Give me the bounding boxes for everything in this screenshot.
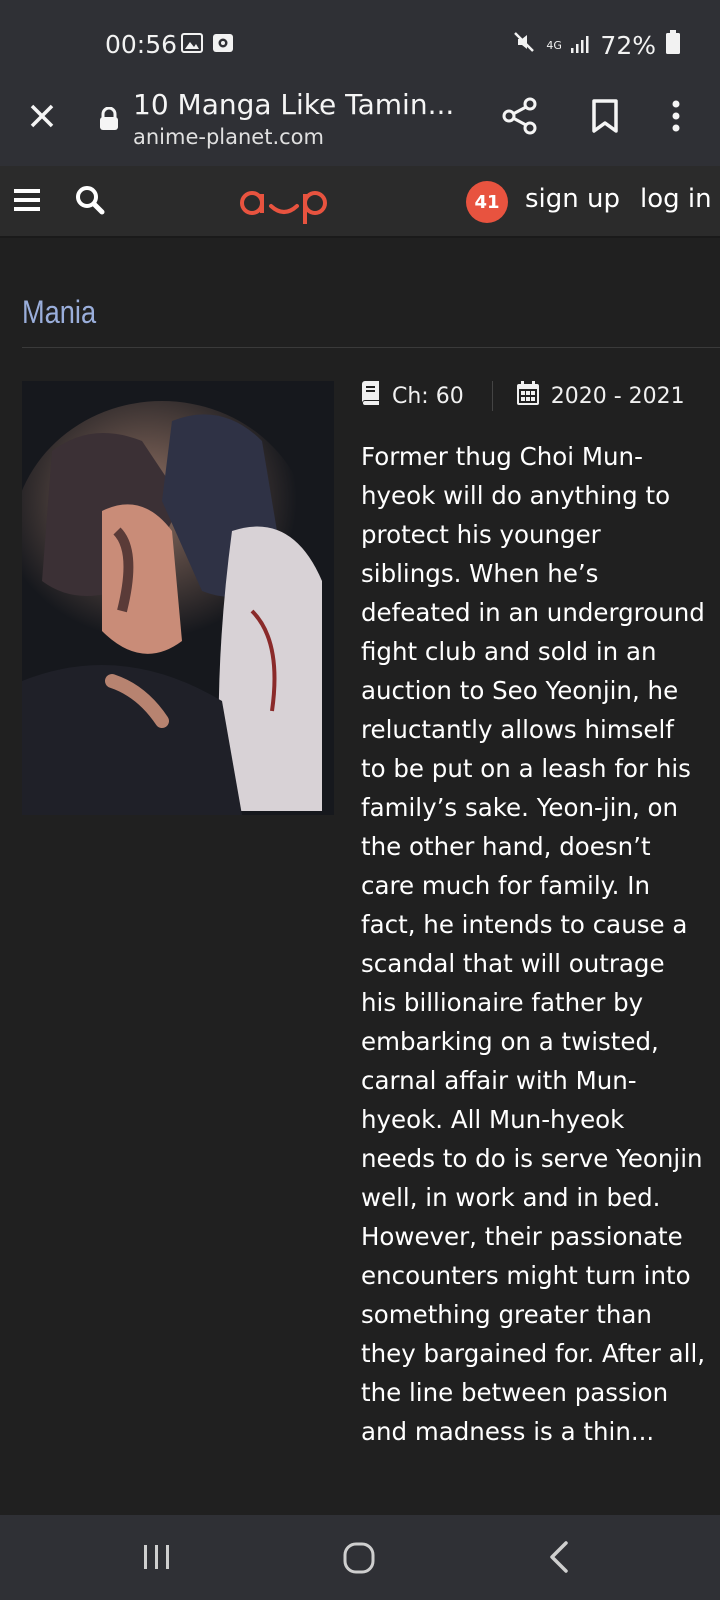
hamburger-menu-icon[interactable] (14, 187, 42, 217)
divider (22, 347, 720, 348)
synopsis-text: Former thug Choi Mun-hyeok will do anyth… (361, 442, 706, 1446)
search-icon[interactable] (74, 184, 106, 220)
record-icon (212, 33, 234, 57)
status-bar: 00:56 4G 72% (0, 0, 720, 84)
manga-title[interactable]: Mania (22, 294, 96, 331)
calendar-icon (516, 381, 539, 411)
close-tab-button[interactable] (26, 100, 58, 132)
meta-separator (491, 381, 493, 411)
status-time: 00:56 (105, 30, 178, 59)
sign-up-link[interactable]: sign up (525, 184, 620, 214)
publication-years: 2020 - 2021 (550, 383, 685, 409)
home-icon[interactable] (342, 1541, 376, 1579)
signal-icon (570, 31, 590, 60)
lock-icon[interactable] (98, 106, 120, 135)
battery-icon (666, 30, 680, 60)
chapters-info: Ch: 60 (360, 381, 464, 411)
log-in-link[interactable]: log in (640, 184, 712, 214)
book-icon (360, 381, 380, 411)
manga-cover-image[interactable] (22, 381, 334, 815)
bookmark-icon[interactable] (590, 98, 620, 138)
status-right: 4G 72% (512, 30, 680, 60)
browser-toolbar: 10 Manga Like Tamin... anime-planet.com (0, 84, 720, 166)
share-icon[interactable] (500, 96, 540, 140)
page-url[interactable]: anime-planet.com (133, 125, 324, 149)
more-options-icon[interactable] (670, 98, 682, 138)
battery-percent: 72% (600, 30, 656, 60)
back-icon[interactable] (548, 1540, 570, 1578)
manga-meta: Ch: 60 2020 - 2021 (360, 381, 685, 411)
year-info: 2020 - 2021 (516, 381, 685, 411)
site-nav: 41 sign up log in (0, 166, 720, 238)
anime-planet-logo[interactable] (238, 176, 330, 232)
android-nav-bar (0, 1515, 720, 1600)
chapter-count: Ch: 60 (392, 383, 464, 409)
mute-icon (512, 30, 536, 60)
gallery-icon (181, 33, 203, 57)
network-type: 4G (546, 38, 562, 52)
page-title[interactable]: 10 Manga Like Tamin... (133, 88, 463, 121)
notification-badge[interactable]: 41 (466, 181, 508, 223)
recent-apps-icon[interactable] (142, 1543, 172, 1575)
